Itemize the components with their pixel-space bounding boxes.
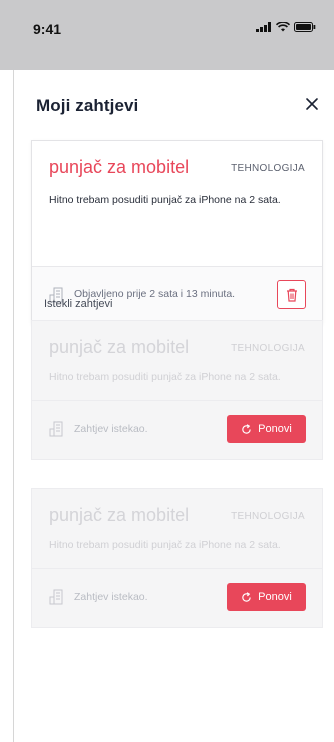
expired-request-card: punjač za mobitel TEHNOLOGIJA Hitno treb… <box>31 320 323 460</box>
request-description: Hitno trebam posuditi punjač za iPhone n… <box>49 194 281 206</box>
status-time: 9:41 <box>33 21 62 37</box>
card-header: punjač za mobitel TEHNOLOGIJA Hitno treb… <box>32 141 322 227</box>
delete-button[interactable] <box>277 280 306 309</box>
request-title: punjač za mobitel <box>49 505 190 525</box>
status-bar: 9:41 <box>0 0 334 70</box>
modal-title: Moji zahtjevi <box>36 96 139 115</box>
active-request-card[interactable]: punjač za mobitel TEHNOLOGIJA Hitno treb… <box>31 140 323 324</box>
requests-sheet: Moji zahtjevi punjač za mobitel TEHNOLOG… <box>13 70 334 742</box>
expired-status: Zahtjev istekao. <box>74 423 148 435</box>
card-header: punjač za mobitel TEHNOLOGIJA Hitno treb… <box>32 489 322 569</box>
request-description: Hitno trebam posuditi punjač za iPhone n… <box>49 539 281 551</box>
request-category: TEHNOLOGIJA <box>231 343 305 354</box>
wifi-icon <box>276 22 290 32</box>
repeat-button-label: Ponovi <box>258 591 292 603</box>
repeat-button[interactable]: Ponovi <box>227 583 306 611</box>
request-category: TEHNOLOGIJA <box>231 511 305 522</box>
card-footer: Objavljeno prije 2 sata i 13 minuta. <box>32 266 322 323</box>
repeat-button[interactable]: Ponovi <box>227 415 306 443</box>
refresh-icon <box>242 423 251 434</box>
request-title: punjač za mobitel <box>49 157 190 177</box>
repeat-button-label: Ponovi <box>258 423 292 435</box>
request-title: punjač za mobitel <box>49 337 190 357</box>
card-header: punjač za mobitel TEHNOLOGIJA Hitno treb… <box>32 321 322 401</box>
close-icon <box>306 98 318 110</box>
building-icon <box>49 421 63 437</box>
close-button[interactable] <box>304 96 320 112</box>
request-description: Hitno trebam posuditi punjač za iPhone n… <box>49 371 281 383</box>
expired-section-label: Istekli zahtjevi <box>44 298 113 310</box>
request-category: TEHNOLOGIJA <box>231 163 305 174</box>
trash-icon <box>286 288 297 302</box>
signal-icon <box>256 22 271 32</box>
status-icons <box>256 22 316 32</box>
refresh-icon <box>242 591 251 602</box>
card-footer: Zahtjev istekao. Ponovi <box>32 400 322 459</box>
battery-icon <box>294 22 316 32</box>
building-icon <box>49 589 63 605</box>
expired-status: Zahtjev istekao. <box>74 591 148 603</box>
expired-request-card: punjač za mobitel TEHNOLOGIJA Hitno treb… <box>31 488 323 628</box>
card-footer: Zahtjev istekao. Ponovi <box>32 568 322 627</box>
